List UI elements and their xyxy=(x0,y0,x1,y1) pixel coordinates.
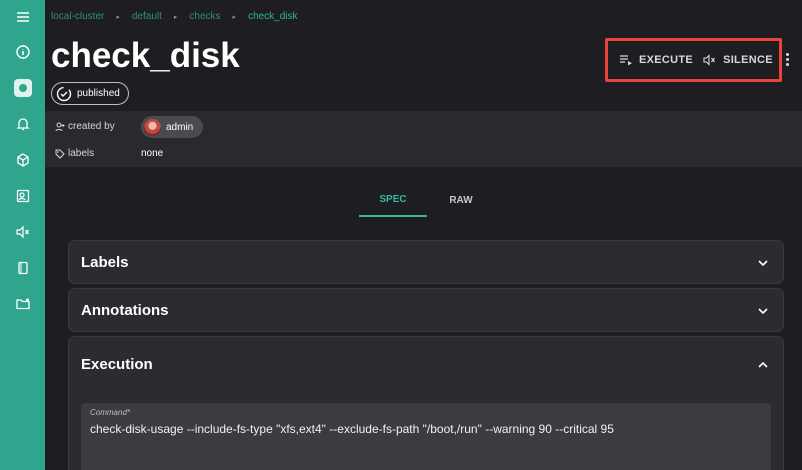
command-input[interactable]: check-disk-usage --include-fs-type "xfs,… xyxy=(90,422,614,436)
sidebar-item-handlers[interactable] xyxy=(0,250,45,286)
sidebar-item-silences[interactable] xyxy=(0,214,45,250)
annotations-section[interactable]: Annotations xyxy=(68,288,784,332)
mute-icon xyxy=(15,225,29,239)
status-label: published xyxy=(77,88,120,99)
sidebar-item-dashboard[interactable] xyxy=(0,70,45,106)
execute-label: EXECUTE xyxy=(639,54,694,66)
cube-icon xyxy=(16,153,29,167)
avatar xyxy=(144,118,161,136)
sidebar-item-events[interactable] xyxy=(0,106,45,142)
labels-section[interactable]: Labels xyxy=(68,240,784,284)
checklist-icon xyxy=(17,261,28,275)
entity-icon xyxy=(16,189,29,203)
metadata-panel: created by admin labels none xyxy=(45,111,802,167)
breadcrumb-separator-icon: ▸ xyxy=(173,13,178,21)
view-tabs: SPEC RAW xyxy=(359,183,495,217)
breadcrumb-current: check_disk xyxy=(248,11,298,22)
breadcrumb: local-cluster ▸ default ▸ checks ▸ check… xyxy=(51,11,298,22)
execution-section-title: Execution xyxy=(81,356,153,373)
sidebar xyxy=(0,0,45,470)
command-field[interactable]: Command* check-disk-usage --include-fs-t… xyxy=(81,403,771,470)
breadcrumb-separator-icon: ▸ xyxy=(232,13,237,21)
user-chip[interactable]: admin xyxy=(141,116,203,138)
mute-icon xyxy=(703,54,716,66)
user-plus-icon xyxy=(55,122,65,131)
breadcrumb-default[interactable]: default xyxy=(132,11,162,22)
menu-button[interactable] xyxy=(0,0,45,34)
menu-icon xyxy=(16,12,29,22)
breadcrumb-separator-icon: ▸ xyxy=(116,13,120,21)
execution-section: Execution Command* check-disk-usage --in… xyxy=(68,336,784,470)
sidebar-item-entities[interactable] xyxy=(0,142,45,178)
queue-play-icon xyxy=(620,55,632,66)
sidebar-item-assets[interactable] xyxy=(0,286,45,322)
breadcrumb-namespace[interactable]: local-cluster xyxy=(51,11,104,22)
tab-raw[interactable]: RAW xyxy=(427,183,495,217)
created-by-value: admin xyxy=(166,121,194,133)
published-icon xyxy=(56,86,72,101)
command-label: Command* xyxy=(90,408,131,417)
info-icon xyxy=(15,45,30,59)
chevron-up-icon[interactable] xyxy=(757,359,769,371)
tab-spec[interactable]: SPEC xyxy=(359,183,427,217)
labels-row: labels xyxy=(55,148,94,159)
main-content: local-cluster ▸ default ▸ checks ▸ check… xyxy=(45,0,802,470)
labels-value: none xyxy=(141,148,164,159)
created-by-label: created by xyxy=(68,121,115,132)
silence-label: SILENCE xyxy=(723,54,773,66)
page-title: check_disk xyxy=(51,36,240,75)
chevron-down-icon[interactable] xyxy=(757,257,769,269)
dashboard-icon xyxy=(13,79,32,97)
action-toolbar: EXECUTE SILENCE xyxy=(605,38,782,82)
more-vert-icon xyxy=(785,52,789,56)
execute-button[interactable]: EXECUTE xyxy=(619,54,693,66)
breadcrumb-checks[interactable]: checks xyxy=(189,11,220,22)
created-by-row: created by xyxy=(55,121,115,132)
silence-button[interactable]: SILENCE xyxy=(703,54,773,66)
folder-icon xyxy=(15,298,30,310)
labels-label: labels xyxy=(68,148,95,159)
annotations-section-title: Annotations xyxy=(81,302,169,319)
bell-icon xyxy=(15,118,30,131)
tag-icon xyxy=(55,149,65,159)
more-options-button[interactable] xyxy=(783,50,791,68)
chevron-down-icon[interactable] xyxy=(757,305,769,317)
labels-section-title: Labels xyxy=(81,254,129,271)
sidebar-item-info[interactable] xyxy=(0,34,45,70)
status-badge: published xyxy=(51,82,129,105)
sidebar-item-checks[interactable] xyxy=(0,178,45,214)
